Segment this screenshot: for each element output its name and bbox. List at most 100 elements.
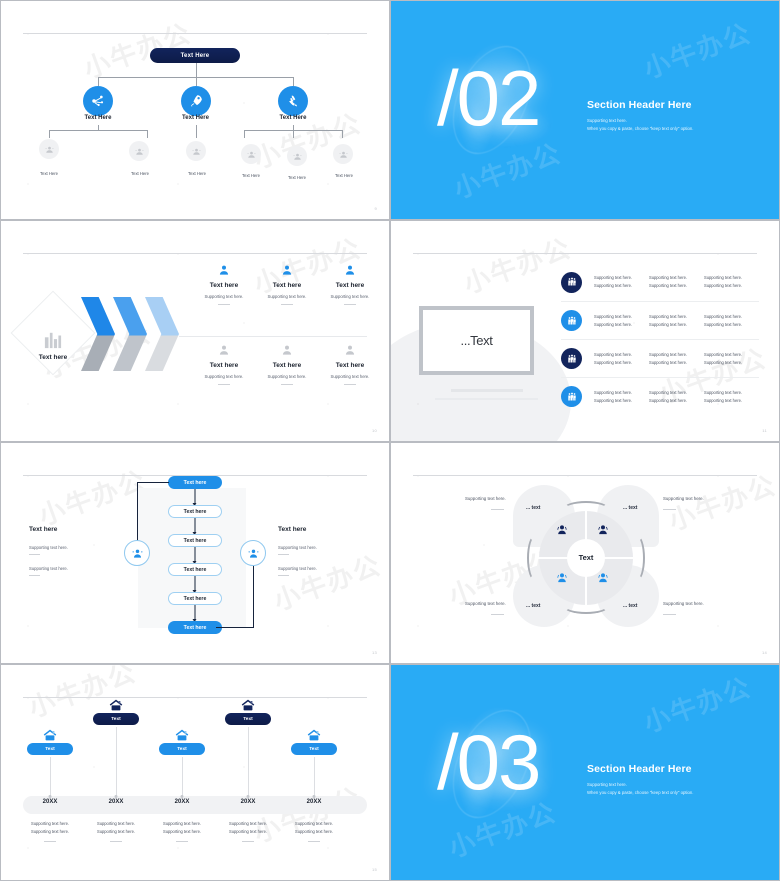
row-col: Supporting text here. Supporting text her…	[594, 274, 649, 289]
divider-dash	[176, 840, 188, 842]
section-title: Section Header Here	[587, 99, 692, 111]
org-node-3-icon-hand-pen-icon[interactable]	[278, 86, 308, 116]
slide-flow: 小牛办公 小牛办公 Text here Text here Text here …	[0, 442, 390, 664]
org-leaf-4-icon-users-icon[interactable]	[241, 144, 261, 164]
quadrant-4-icon-user-icon[interactable]	[596, 571, 610, 585]
support-text: Supporting text here.	[228, 828, 267, 834]
timeline-chip-label: Text	[177, 746, 187, 752]
watermark-text: 小牛办公	[640, 18, 756, 86]
buildings-icon	[42, 331, 64, 349]
support-text: Supporting text here.	[594, 351, 633, 357]
quadrant-3-icon-user-icon[interactable]	[555, 571, 569, 585]
page-number: 9	[374, 206, 377, 211]
row-col: Supporting text here. Supporting text her…	[704, 274, 759, 289]
support-text: Supporting text here.	[704, 283, 743, 288]
row-col: Supporting text here. Supporting text her…	[594, 389, 649, 404]
slide-section-03: /03 Section Header Here Supporting text …	[390, 664, 780, 881]
timeline-chip[interactable]: Text	[159, 743, 205, 755]
timeline-node-1[interactable]: Text	[15, 728, 85, 798]
list-item[interactable]: Supporting text here. Supporting text her…	[561, 301, 759, 339]
org-node-2-icon-rocket-icon[interactable]	[180, 86, 211, 116]
page-number: 14	[761, 650, 767, 655]
slide-deck: 小牛办公 小牛办公 Text Here Text Here Text Here …	[0, 0, 780, 881]
row-col: Supporting text here. Supporting text her…	[649, 313, 704, 328]
section-number: /03	[437, 718, 541, 806]
row-col: Supporting text here. Supporting text her…	[704, 351, 759, 366]
flow-step-label: Text here	[183, 537, 207, 544]
timeline-stem	[116, 727, 117, 797]
org-root-node[interactable]: Text Here	[150, 48, 240, 63]
outer-arc-top	[563, 501, 609, 517]
chevron-item-3[interactable]: Text here Supporting text here.	[313, 263, 387, 305]
support-text: Supporting text here.	[30, 828, 69, 834]
users-icon	[132, 549, 142, 558]
divider-dash	[491, 614, 504, 615]
chevron-item-title: Text here	[335, 362, 365, 369]
network-icon	[92, 95, 104, 107]
section-number: /02	[437, 54, 541, 142]
flow-side-support: Supporting text here.	[29, 566, 68, 571]
list-item[interactable]: Supporting text here. Supporting text her…	[561, 377, 759, 415]
timeline-chip[interactable]: Text	[27, 743, 73, 755]
flow-step-3[interactable]: Text here	[168, 534, 222, 547]
divider-dash	[29, 575, 40, 576]
users-icon	[339, 151, 347, 158]
quadrant-1-icon-user-icon[interactable]	[555, 523, 569, 537]
quadrant-2-icon-user-icon[interactable]	[596, 523, 610, 537]
support-text: Supporting text here.	[649, 351, 688, 357]
timeline-year: 20XX	[42, 799, 58, 805]
timeline-year: 20XX	[108, 799, 124, 805]
users-icon	[293, 153, 301, 160]
org-leaf-3-icon-users-icon[interactable]	[186, 141, 206, 161]
timeline-node-3[interactable]: Text	[147, 728, 217, 798]
list-item[interactable]: Supporting text here. Supporting text her…	[561, 263, 759, 301]
flow-side-title: Text here	[278, 526, 307, 533]
timeline-node-2[interactable]: Text	[81, 698, 151, 798]
flow-step-5[interactable]: Text here	[168, 592, 222, 605]
divider-dash	[278, 575, 289, 576]
timeline-chip[interactable]: Text	[291, 743, 337, 755]
flow-side-support: Supporting text here.	[29, 545, 68, 550]
divider-dash	[278, 554, 289, 555]
slide-monitor-list: 小牛办公 小牛办公 ...Text Supporting text here. S…	[390, 220, 780, 442]
flow-step-4[interactable]: Text here	[168, 563, 222, 576]
section-subtitle-2: When you copy & paste, choose "keep text…	[587, 790, 694, 795]
flow-loop-left	[137, 482, 169, 483]
timeline-dot	[114, 795, 118, 798]
chevron-item-6[interactable]: Text here Supporting text here.	[313, 343, 387, 385]
chevron-3	[145, 297, 179, 371]
support-text: Supporting text here.	[594, 389, 633, 395]
flow-step-6[interactable]: Text here	[168, 621, 222, 634]
timeline-chip[interactable]: Text	[93, 713, 139, 725]
timeline-node-5[interactable]: Text	[279, 728, 349, 798]
flow-side-support: Supporting text here.	[278, 566, 317, 571]
connector	[98, 77, 99, 86]
section-subtitle-2: When you copy & paste, choose "keep text…	[587, 126, 694, 131]
flow-step-2[interactable]: Text here	[168, 505, 222, 518]
divider-dash	[44, 840, 56, 842]
connector	[49, 130, 50, 138]
header-rule	[23, 697, 367, 698]
org-leaf-6-icon-users-icon[interactable]	[333, 144, 353, 164]
org-leaf-1-icon-users-icon[interactable]	[39, 139, 59, 159]
flow-arrow	[192, 489, 197, 506]
timeline-chip[interactable]: Text	[225, 713, 271, 725]
support-text: Supporting text here.	[704, 351, 743, 357]
flow-actor-left-icon-users-icon[interactable]	[124, 540, 150, 566]
org-leaf-5-icon-users-icon[interactable]	[287, 146, 307, 166]
support-text: Supporting text here.	[594, 397, 633, 403]
flow-step-1[interactable]: Text here	[168, 476, 222, 489]
list-item[interactable]: Supporting text here. Supporting text her…	[561, 339, 759, 377]
flow-actor-right-icon-users-icon[interactable]	[240, 540, 266, 566]
timeline-node-4[interactable]: Text	[213, 698, 283, 798]
quadrant-3-support: Supporting text here.	[465, 601, 506, 606]
org-leaf-2-icon-users-icon[interactable]	[129, 141, 149, 161]
divider-dash	[218, 384, 230, 385]
slide-quad-circle: 小牛办公 小牛办公 Text ... text ... text ... tex…	[390, 442, 780, 664]
timeline-dot	[246, 795, 250, 798]
monitor-shadow	[451, 389, 523, 392]
org-node-1-icon-network-icon[interactable]	[83, 86, 113, 116]
timeline-desc: Supporting text here. Supporting text he…	[279, 820, 349, 842]
org-leaf-6-label: Text Here	[335, 173, 353, 178]
timeline-dot	[312, 795, 316, 798]
